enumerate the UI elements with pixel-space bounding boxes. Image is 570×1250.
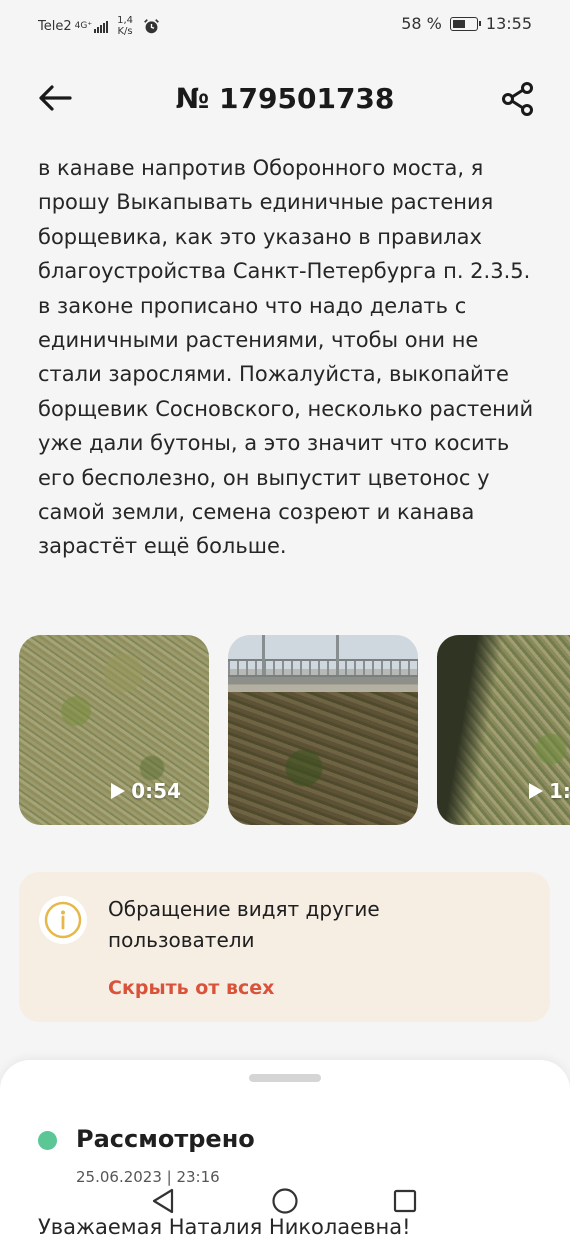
speed-value: 1,4 xyxy=(117,15,133,26)
duration-label: 0:54 xyxy=(131,779,181,803)
status-label: Рассмотрено xyxy=(76,1125,255,1153)
battery-icon xyxy=(449,16,481,31)
system-navigation-bar xyxy=(0,1182,570,1222)
share-icon[interactable] xyxy=(500,81,536,117)
media-thumbnail-photo[interactable] xyxy=(228,635,418,825)
signal-icon xyxy=(94,20,109,33)
video-duration: 0:54 xyxy=(111,779,181,803)
lamp-pole xyxy=(262,635,265,675)
network-speed: 1,4 K/s xyxy=(117,15,133,37)
nav-back-icon[interactable] xyxy=(148,1186,178,1216)
app-header: № 179501738 xyxy=(0,70,570,130)
notice-text: Обращение видят другие пользователи xyxy=(108,897,380,952)
nav-recents-icon[interactable] xyxy=(390,1186,420,1216)
info-icon xyxy=(39,896,87,944)
media-thumbnail-video[interactable]: 1: xyxy=(437,635,570,825)
status-bar: Tele2 4G⁺ 1,4 K/s 58 % 13:55 xyxy=(0,0,570,50)
alarm-icon xyxy=(144,18,159,33)
media-carousel[interactable]: 0:54 1: xyxy=(19,635,570,825)
status-indicator-dot xyxy=(38,1131,57,1150)
status-left: Tele2 4G⁺ 1,4 K/s xyxy=(38,15,160,37)
media-thumbnail-video[interactable]: 0:54 xyxy=(19,635,209,825)
clock: 13:55 xyxy=(485,14,532,33)
play-icon xyxy=(111,783,126,799)
video-duration: 1: xyxy=(529,779,570,803)
appeal-description: в канаве напротив Оборонного моста, я пр… xyxy=(38,156,534,559)
duration-label: 1: xyxy=(549,779,570,803)
hide-from-all-link[interactable]: Скрыть от всех xyxy=(108,977,274,999)
lamp-pole xyxy=(336,635,339,675)
status-right: 58 % 13:55 xyxy=(401,14,532,33)
nav-home-icon[interactable] xyxy=(270,1186,300,1216)
bridge-railing xyxy=(228,659,418,677)
page-title: № 179501738 xyxy=(175,82,395,115)
speed-unit: K/s xyxy=(117,26,133,37)
battery-percent: 58 % xyxy=(401,14,442,33)
sheet-drag-handle[interactable] xyxy=(249,1074,321,1082)
visibility-notice: Обращение видят другие пользователи Скры… xyxy=(19,872,550,1022)
play-icon xyxy=(529,783,543,799)
carrier-label: Tele2 xyxy=(38,18,72,34)
network-type: 4G⁺ xyxy=(74,20,93,31)
